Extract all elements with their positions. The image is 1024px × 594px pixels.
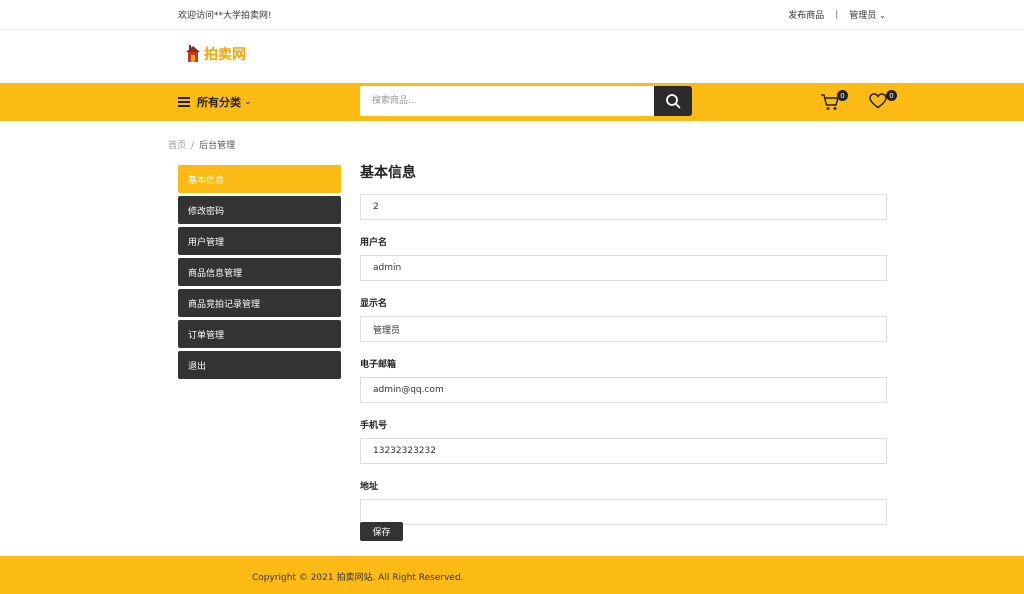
breadcrumb-divider: / — [191, 141, 195, 151]
breadcrumb-current: 后台管理 — [199, 141, 236, 151]
address-field[interactable] — [360, 499, 887, 525]
chevron-down-icon: ⌄ — [879, 11, 886, 20]
search-button[interactable] — [654, 86, 692, 116]
house-logo-icon — [186, 45, 200, 62]
sidebar-item-logout[interactable]: 退出 — [178, 351, 341, 379]
admin-sidebar: 基本信息 修改密码 用户管理 商品信息管理 商品竞拍记录管理 订单管理 退出 — [178, 165, 341, 382]
site-logo[interactable]: 拍卖网 — [186, 44, 246, 64]
top-bar: 欢迎访问**大学拍卖网! 发布商品 | 管理员 ⌄ — [0, 0, 1024, 30]
email-field[interactable]: admin@qq.com — [360, 377, 887, 403]
footer: Copyright © 2021 拍卖网站. All Right Reserve… — [0, 556, 1024, 594]
sidebar-item-user-management[interactable]: 用户管理 — [178, 227, 341, 255]
breadcrumb-home-link[interactable]: 首页 — [168, 141, 186, 151]
search-icon — [666, 94, 681, 109]
phone-label: 手机号 — [360, 421, 388, 431]
wishlist-count-badge: 0 — [886, 90, 897, 101]
welcome-text: 欢迎访问**大学拍卖网! — [178, 11, 272, 21]
logo-text: 拍卖网 — [204, 47, 246, 63]
copyright-text: Copyright © 2021 拍卖网站. All Right Reserve… — [252, 573, 464, 583]
sidebar-item-basic-info[interactable]: 基本信息 — [178, 165, 341, 193]
all-categories-button[interactable]: 所有分类 ⌄ — [178, 94, 252, 110]
username-field[interactable]: admin — [360, 255, 887, 281]
display-name-label: 显示名 — [360, 299, 388, 309]
hamburger-menu-icon — [178, 97, 190, 107]
categories-label: 所有分类 — [197, 96, 241, 109]
heart-icon — [869, 93, 887, 109]
publish-link[interactable]: 发布商品 — [788, 8, 824, 21]
phone-field[interactable]: 13232323232 — [360, 438, 887, 464]
breadcrumb: 首页 / 后台管理 — [168, 138, 235, 151]
sidebar-item-change-password[interactable]: 修改密码 — [178, 196, 341, 224]
user-menu[interactable]: 管理员 ⌄ — [849, 8, 886, 21]
basic-info-form: 基本信息 2 用户名 admin 显示名 管理员 电子邮箱 admin@qq.c… — [360, 162, 887, 525]
email-label: 电子邮箱 — [360, 360, 397, 370]
wishlist-button[interactable]: 0 — [869, 90, 897, 113]
user-name: 管理员 — [849, 11, 877, 21]
page-title: 基本信息 — [360, 165, 416, 181]
chevron-down-icon: ⌄ — [244, 97, 252, 107]
top-bar-links: 发布商品 | 管理员 ⌄ — [788, 8, 886, 22]
sidebar-item-bid-records[interactable]: 商品竞拍记录管理 — [178, 289, 341, 317]
display-name-field[interactable]: 管理员 — [360, 316, 887, 342]
search-input[interactable] — [360, 86, 654, 116]
address-label: 地址 — [360, 482, 379, 492]
cart-count-badge: 0 — [837, 90, 848, 101]
username-label: 用户名 — [360, 238, 388, 248]
sidebar-item-product-management[interactable]: 商品信息管理 — [178, 258, 341, 286]
sidebar-item-order-management[interactable]: 订单管理 — [178, 320, 341, 348]
cart-button[interactable]: 0 — [820, 90, 848, 113]
id-field[interactable]: 2 — [360, 194, 887, 220]
save-button[interactable]: 保存 — [360, 522, 403, 541]
top-bar-separator: | — [835, 9, 839, 20]
search-bar — [360, 86, 692, 116]
